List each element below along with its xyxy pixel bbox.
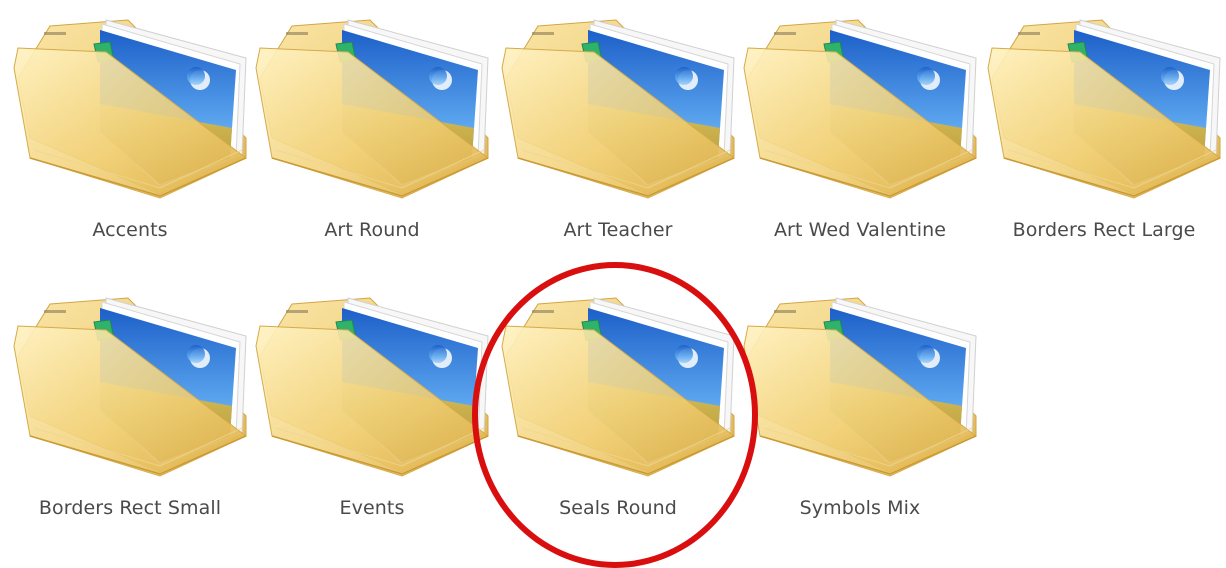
folder-item-symbols-mix[interactable]: Symbols Mix bbox=[740, 286, 980, 536]
folder-item-borders-rect-large[interactable]: Borders Rect Large bbox=[984, 8, 1224, 258]
folder-label: Accents bbox=[92, 219, 168, 241]
pictures-folder-icon bbox=[252, 286, 492, 478]
pictures-folder-icon bbox=[498, 8, 738, 200]
folder-item-accents[interactable]: Accents bbox=[10, 8, 250, 258]
folder-item-art-wed-valentine[interactable]: Art Wed Valentine bbox=[740, 8, 980, 258]
folder-item-seals-round[interactable]: Seals Round bbox=[498, 286, 738, 536]
folder-label: Art Wed Valentine bbox=[773, 219, 947, 241]
pictures-folder-icon bbox=[740, 8, 980, 200]
pictures-folder-icon bbox=[10, 286, 250, 478]
folder-item-borders-rect-small[interactable]: Borders Rect Small bbox=[10, 286, 250, 536]
pictures-folder-icon bbox=[984, 8, 1224, 200]
folder-label: Borders Rect Small bbox=[38, 497, 222, 519]
folder-label: Symbols Mix bbox=[799, 497, 921, 519]
folder-label: Events bbox=[339, 497, 405, 519]
pictures-folder-icon bbox=[10, 8, 250, 200]
pictures-folder-icon bbox=[498, 286, 738, 478]
folder-label: Art Teacher bbox=[563, 219, 673, 241]
pictures-folder-icon bbox=[252, 8, 492, 200]
folder-label: Seals Round bbox=[559, 497, 677, 519]
folder-item-events[interactable]: Events bbox=[252, 286, 492, 536]
folder-item-art-round[interactable]: Art Round bbox=[252, 8, 492, 258]
pictures-folder-icon bbox=[740, 286, 980, 478]
folder-grid: Accents Art Round Art Teacher Art Wed Va… bbox=[0, 0, 1226, 530]
folder-item-art-teacher[interactable]: Art Teacher bbox=[498, 8, 738, 258]
folder-label: Borders Rect Large bbox=[1012, 219, 1196, 241]
folder-label: Art Round bbox=[324, 219, 420, 241]
